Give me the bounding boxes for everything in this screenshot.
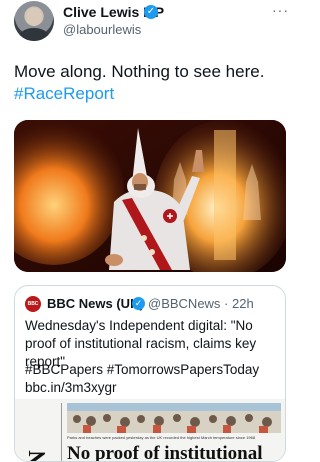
quoted-author-name: BBC News (UK) <box>47 296 144 311</box>
bbc-news-logo-icon: BBC NEWS <box>25 296 41 323</box>
quoted-author-meta: @BBCNews · 22h <box>148 296 254 311</box>
avatar-shirt <box>19 28 49 41</box>
tweet-image[interactable] <box>14 120 286 272</box>
avatar-face <box>26 8 42 26</box>
tweet-text: Move along. Nothing to see here. <box>14 62 265 81</box>
quoted-verified-badge-icon: ✓ <box>132 297 145 310</box>
beach-crowd-photo <box>67 403 281 433</box>
newspaper-front-page-image[interactable]: IN Parks and beaches were packed yes <box>15 399 285 461</box>
quoted-tweet-tags-link[interactable]: #BBCPapers #TomorrowsPapersToday bbc.in/… <box>25 361 279 397</box>
author-handle[interactable]: @labourlewis <box>63 22 141 38</box>
newspaper-masthead: IN <box>19 403 62 461</box>
verified-badge-icon: ✓ <box>144 5 158 19</box>
quoted-tweet-card[interactable]: BBC NEWS BBC News (UK) ✓ @BBCNews · 22h … <box>14 285 286 462</box>
klansman-photo-illustration <box>14 120 286 272</box>
more-options-icon[interactable]: ··· <box>272 2 289 18</box>
author-avatar[interactable] <box>14 1 54 41</box>
hashtag-link[interactable]: #RaceReport <box>14 83 114 105</box>
newspaper-photo-caption: Parks and beaches were packed yesterday … <box>67 435 256 440</box>
newspaper-headline: No proof of institutional <box>67 443 263 462</box>
